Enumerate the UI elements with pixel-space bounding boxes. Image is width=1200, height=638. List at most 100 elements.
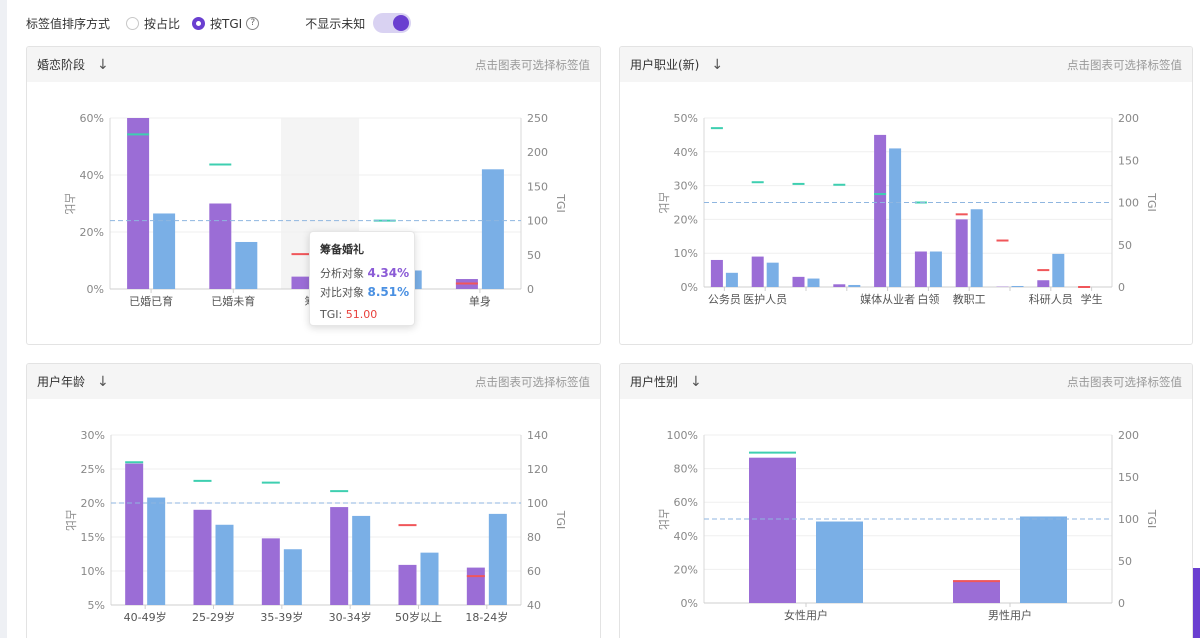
tooltip-compare-row: 对比对象 8.51%: [320, 284, 409, 300]
y-tick-label: 80%: [674, 463, 698, 476]
x-tick-label: 已婚已育: [129, 294, 173, 308]
panel-hint: 点击图表可选择标签值: [1067, 374, 1182, 389]
sort-toolbar: 标签值排序方式 按占比 按TGI ? 不显示未知: [26, 12, 412, 34]
y-axis-title: 占比: [657, 192, 671, 214]
y2-tick-label: 50: [1118, 555, 1132, 568]
bar-compare: [725, 272, 738, 287]
bar-analysis: [466, 567, 485, 605]
y-tick-label: 5%: [88, 599, 105, 612]
y2-axis-title: TGI: [554, 193, 567, 213]
sort-method-label: 标签值排序方式: [26, 16, 111, 31]
panel-title: 用户职业(新): [630, 58, 700, 72]
y-tick-label: 10%: [674, 247, 698, 260]
y-axis-title: 占比: [63, 193, 77, 215]
y-tick-label: 50%: [674, 112, 698, 125]
bar-compare: [929, 251, 942, 287]
y2-tick-label: 250: [527, 112, 548, 125]
y-tick-label: 40%: [80, 169, 104, 182]
chart-gender[interactable]: 0% 20% 40% 60% 80% 100% 0 50 100 150 200 占比 TGI 女性用户 男…: [620, 399, 1193, 638]
x-tick-label: 媒体从业者: [860, 292, 915, 306]
y-axis-title: 占比: [64, 509, 78, 531]
x-tick-label: 单身: [469, 294, 491, 308]
x-tick-label: 35-39岁: [260, 610, 303, 624]
tooltip-analysis-value: 4.34%: [367, 266, 410, 280]
bar-compare: [481, 169, 504, 289]
sort-by-ratio-radio[interactable]: 按占比: [126, 15, 180, 32]
y-tick-label: 20%: [674, 213, 698, 226]
bar-analysis: [955, 219, 968, 287]
x-tick-label: 学生: [1081, 292, 1103, 306]
y-tick-label: 40%: [674, 530, 698, 543]
bar-analysis: [125, 463, 144, 605]
panel-header: 用户职业(新) ↓ 点击图表可选择标签值: [620, 47, 1192, 82]
y2-tick-label: 80: [527, 531, 541, 544]
panel-gender: 用户性别 ↓ 点击图表可选择标签值 0% 20% 40% 60% 80% 100% 0 50 1…: [619, 363, 1193, 638]
tooltip-tgi-row: TGI: 51.00: [320, 308, 404, 321]
bar-compare: [235, 241, 258, 289]
toggle-knob: [393, 15, 410, 31]
arrow-down-icon[interactable]: ↓: [97, 374, 109, 390]
y-tick-label: 0%: [681, 281, 698, 294]
tooltip-tgi-value: 51.00: [345, 308, 378, 321]
sort-by-tgi-label: 按TGI: [210, 16, 243, 31]
arrow-down-icon[interactable]: ↓: [97, 57, 109, 73]
x-tick-label: 医护人员: [743, 292, 787, 306]
sort-by-ratio-label: 按占比: [144, 16, 181, 31]
x-tick-label: 科研人员: [1029, 292, 1073, 306]
arrow-down-icon[interactable]: ↓: [690, 374, 702, 390]
arrow-down-icon[interactable]: ↓: [711, 57, 723, 73]
y2-axis-title: TGI: [1145, 192, 1158, 212]
help-icon[interactable]: ?: [246, 16, 260, 30]
bar-analysis: [261, 538, 280, 605]
tooltip-analysis-label: 分析对象: [320, 267, 364, 280]
bar-compare: [1020, 516, 1067, 603]
x-tick-label: 男性用户: [988, 608, 1032, 622]
bar-analysis: [127, 118, 150, 289]
y-tick-label: 10%: [81, 565, 105, 578]
bar-compare: [766, 262, 779, 287]
y-tick-label: 60%: [80, 112, 104, 125]
panel-header: 用户性别 ↓ 点击图表可选择标签值: [620, 364, 1192, 399]
bar-analysis: [330, 507, 349, 605]
bar-compare: [153, 213, 176, 289]
bar-analysis: [953, 580, 1000, 603]
y-tick-label: 100%: [667, 429, 698, 442]
chart-occupation[interactable]: 0% 10% 20% 30% 40% 50% 0 50 100 150 200 占比 TGI 公务员 医护人…: [620, 82, 1193, 345]
bar-analysis: [193, 509, 212, 605]
tooltip-compare-value: 8.51%: [367, 285, 410, 299]
bar-analysis: [792, 276, 805, 287]
x-tick-label: 已婚未育: [211, 294, 255, 308]
bar-compare: [147, 497, 166, 605]
y2-axis-title: TGI: [554, 510, 567, 530]
panel-hint: 点击图表可选择标签值: [475, 57, 590, 72]
bar-analysis: [1037, 280, 1050, 287]
panel-occupation: 用户职业(新) ↓ 点击图表可选择标签值 0% 10% 20% 30% 40% 50% 0 5…: [619, 46, 1193, 345]
y-tick-label: 20%: [81, 497, 105, 510]
x-tick-label: 25-29岁: [192, 610, 235, 624]
radio-off-icon: [126, 16, 140, 30]
bar-compare: [420, 552, 439, 605]
y2-tick-label: 50: [1118, 239, 1132, 252]
side-tab[interactable]: [1193, 568, 1200, 638]
hide-unknown-toggle[interactable]: [373, 13, 412, 33]
y2-tick-label: 150: [527, 180, 548, 193]
bar-compare: [807, 278, 820, 287]
sort-by-tgi-radio[interactable]: 按TGI ?: [192, 15, 260, 32]
x-tick-label: 白领: [917, 292, 939, 306]
chart-age[interactable]: 5% 10% 15% 20% 25% 30% 40 60 80 100 120 140 占比 TGI 40-…: [27, 399, 601, 638]
y-tick-label: 40%: [674, 146, 698, 159]
x-tick-label: 18-24岁: [465, 610, 508, 624]
bar-analysis: [710, 259, 723, 287]
y2-tick-label: 50: [527, 249, 541, 262]
y2-tick-label: 0: [1118, 597, 1125, 610]
tooltip-title: 筹备婚礼: [320, 243, 364, 256]
y2-tick-label: 150: [1118, 471, 1139, 484]
panel-title: 婚恋阶段: [37, 58, 86, 72]
y-tick-label: 0%: [681, 597, 698, 610]
left-edge-strip: [0, 0, 7, 638]
panel-age: 用户年龄 ↓ 点击图表可选择标签值 5% 10% 15% 20% 25% 30% 40 60 8…: [26, 363, 601, 638]
bar-compare: [488, 513, 507, 605]
y2-tick-label: 100: [1118, 197, 1139, 210]
radio-on-icon: [192, 16, 206, 30]
hide-unknown-label: 不显示未知: [305, 16, 366, 31]
